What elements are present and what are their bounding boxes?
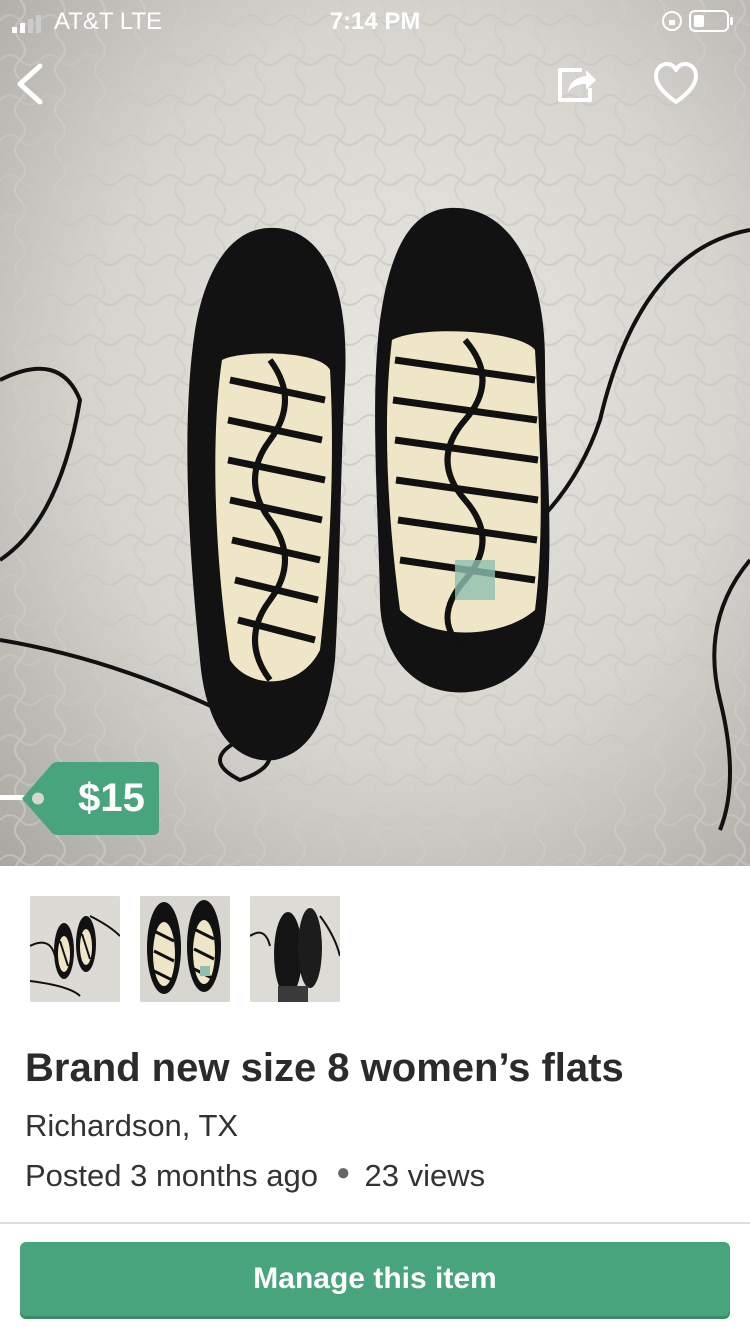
battery-icon bbox=[662, 10, 733, 32]
status-bar: AT&T LTE 7:14 PM bbox=[0, 0, 750, 40]
heart-icon bbox=[654, 62, 698, 104]
manage-item-button[interactable]: Manage this item bbox=[20, 1242, 730, 1316]
divider bbox=[0, 1222, 750, 1224]
listing-photo[interactable]: AT&T LTE 7:14 PM $15 bbox=[0, 0, 750, 866]
posted-time: Posted 3 months ago bbox=[25, 1158, 318, 1193]
back-button[interactable] bbox=[12, 60, 52, 108]
view-count: 23 views bbox=[364, 1158, 486, 1193]
listing-meta: Posted 3 months ago ● 23 views bbox=[25, 1158, 485, 1194]
favorite-button[interactable] bbox=[652, 60, 700, 108]
price-label: $15 bbox=[78, 776, 145, 820]
share-button[interactable] bbox=[552, 60, 600, 108]
share-icon bbox=[558, 68, 596, 102]
shoes-photo bbox=[0, 0, 750, 866]
chevron-left-icon bbox=[17, 63, 43, 105]
thumbnail-3[interactable] bbox=[250, 896, 340, 1002]
separator-dot: ● bbox=[335, 1159, 351, 1186]
thumbnail-1[interactable] bbox=[30, 896, 120, 1002]
clock: 7:14 PM bbox=[329, 8, 421, 35]
price-tag: $15 bbox=[22, 762, 159, 835]
listing-title: Brand new size 8 women’s flats bbox=[25, 1046, 624, 1090]
listing-location: Richardson, TX bbox=[25, 1108, 239, 1143]
status-icons bbox=[660, 8, 736, 41]
thumbnail-2[interactable] bbox=[140, 896, 230, 1002]
